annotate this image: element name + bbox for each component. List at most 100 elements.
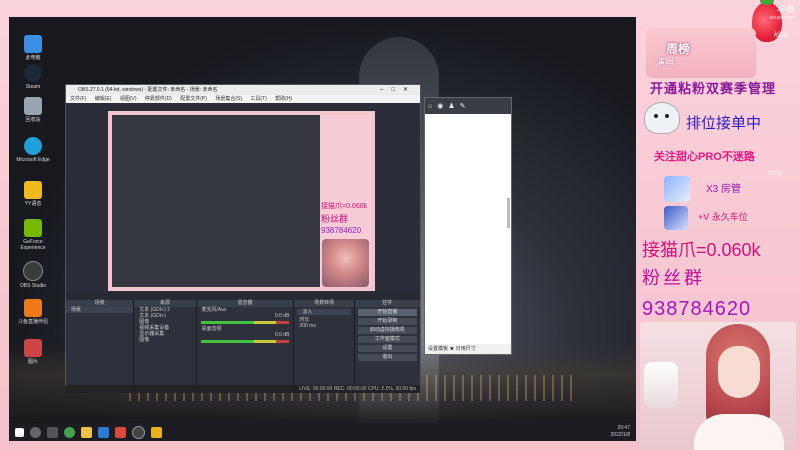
obs-preview[interactable]: 接猫爪=0.060k 粉丝群 938784620 — [108, 111, 375, 291]
menu-tools[interactable]: 工具(T) — [250, 96, 266, 102]
overlay-line-g: 粉丝群 — [642, 268, 705, 288]
person-icon[interactable]: ♟ — [448, 102, 454, 110]
obs-icon[interactable] — [132, 425, 145, 439]
transitions-dock-title: 场景转场 — [294, 300, 354, 307]
obs-status-bar: LIVE: 00:00:00 REC: 00:00:00 CPU: 2.2%, … — [66, 385, 420, 393]
remote-desktop-view: 此电脑 Steam 回收站 Microsoft Edge YY语音 GeForc… — [9, 17, 636, 441]
obs-toolbar — [66, 292, 420, 300]
game-icon[interactable]: ◉ — [437, 102, 443, 110]
recycle-bin-icon — [24, 97, 42, 115]
nvidia-icon — [24, 219, 42, 237]
overlay-line-h: 938784620 — [642, 298, 752, 320]
photos-icon — [24, 339, 42, 357]
duration-value[interactable]: 300 ms — [294, 323, 353, 329]
rocket-badge-icon — [664, 206, 688, 230]
overlay-line-c: 关注甜心PRO不迷路 — [654, 151, 755, 163]
rocket-icon — [664, 176, 690, 202]
overlay-line-a: 开通粘粉双赛季管理 — [650, 81, 777, 96]
desktop-icon-photos[interactable]: 图片 — [15, 339, 51, 365]
overlay-line-f: 接猫爪=0.060k — [642, 240, 761, 260]
menu-file[interactable]: 文件(F) — [70, 96, 86, 102]
menu-view[interactable]: 视图(V) — [120, 96, 137, 102]
folder-icon[interactable] — [81, 426, 92, 438]
obs-title-bar[interactable]: OBS 27.0.1 (64-bit, windows) - 配置文件: 未命名… — [66, 85, 420, 95]
task-view-icon[interactable] — [47, 426, 58, 438]
desktop-icon-edge[interactable]: Microsoft Edge — [15, 137, 51, 163]
obs-window: OBS 27.0.1 (64-bit, windows) - 配置文件: 未命名… — [65, 84, 421, 393]
menu-edit[interactable]: 编辑(E) — [95, 96, 112, 102]
menu-scene-collection[interactable]: 场景集合(S) — [215, 96, 242, 102]
obs-title: OBS 27.0.1 (64-bit, windows) - 配置文件: 未命名… — [78, 87, 218, 93]
preview-text-2: 粉丝群 — [321, 214, 349, 224]
home-icon[interactable]: ⌂ — [428, 103, 432, 110]
transition-select[interactable]: 淡入 — [297, 309, 351, 315]
desktop-icon-this-pc[interactable]: 此电脑 — [15, 35, 51, 61]
chrome-icon[interactable] — [64, 426, 75, 438]
menu-docks[interactable]: 停靠部件(D) — [145, 96, 172, 102]
preview-text-1: 接猫爪=0.060k — [321, 203, 368, 210]
yy-icon — [24, 181, 42, 199]
douyu-watermark-url: douyu.com — [769, 15, 794, 21]
menu-profile[interactable]: 配置文件(P) — [180, 96, 207, 102]
transitions-dock: 场景转场 淡入 时长 300 ms — [294, 300, 355, 385]
preview-text-3: 938784620 — [321, 226, 362, 235]
kiss-text: kiss — [774, 30, 788, 39]
taskbar-clock[interactable]: 20:47 2022/1/8 — [611, 425, 630, 439]
start-icon[interactable] — [15, 427, 24, 437]
mixer-meter[interactable] — [200, 321, 290, 324]
edge-icon — [24, 137, 42, 155]
desktop-icon-obs[interactable]: OBS Studio — [15, 261, 51, 289]
taskbar: 20:47 2022/1/8 — [9, 423, 636, 441]
cup-image — [644, 362, 678, 408]
mixer-meter[interactable] — [200, 340, 290, 343]
overlay-line-b: 排位接单中 — [686, 115, 762, 132]
side-browser-window: ⌂ ◉ ♟ ✎ 设置模板 ★ 日用尺寸 — [424, 97, 512, 355]
steam-icon — [24, 64, 42, 82]
browser-icon[interactable] — [151, 426, 162, 438]
search-icon[interactable] — [30, 426, 41, 438]
browser-scrollbar[interactable] — [507, 198, 510, 228]
store-icon[interactable] — [98, 426, 109, 438]
sources-dock: 来源 文本 (GDI+) 2 文本 (GDI+) 图像 视频采集设备 显示器采集… — [134, 300, 197, 385]
desktop-icon-yy[interactable]: YY语音 — [15, 181, 51, 207]
cat-mascot-icon — [644, 102, 680, 134]
mixer-dock-title: 混音器 — [196, 300, 294, 307]
overlay-line-d: X3 房管 — [706, 184, 742, 195]
mixer-channel-db: 0.0 dB — [274, 332, 290, 338]
source-item[interactable]: 图像 — [134, 337, 195, 343]
mascot-eye — [665, 114, 669, 118]
mixer-dock: 混音器 麦克风/Aux 0.0 dB 桌面音频 0.0 dB — [196, 300, 295, 385]
browser-toolbar: ⌂ ◉ ♟ ✎ — [425, 98, 511, 114]
webcam-body — [694, 414, 784, 450]
preview-nested-desktop — [112, 115, 320, 287]
controls-dock: 控件 开始直播 开始录制 启动虚拟摄像机 工作室模式 设置 退出 — [354, 300, 420, 385]
kiss-text-2: kiss — [768, 168, 782, 177]
game-icon[interactable] — [115, 426, 126, 438]
streamer-webcam — [640, 322, 796, 450]
webcam-face — [718, 346, 760, 398]
desktop-icon-steam[interactable]: Steam — [15, 64, 51, 90]
browser-footer: 设置模板 ★ 日用尺寸 — [425, 344, 511, 354]
exit-button[interactable]: 退出 — [357, 354, 417, 361]
settings-button[interactable]: 设置 — [357, 345, 417, 352]
menu-help[interactable]: 帮助(H) — [275, 96, 292, 102]
douyu-watermark: 斗鱼 — [775, 4, 794, 14]
start-recording-button[interactable]: 开始录制 — [357, 318, 417, 325]
douyu-icon — [24, 299, 42, 317]
studio-mode-button[interactable]: 工作室模式 — [357, 336, 417, 343]
preview-webcam — [322, 239, 369, 287]
desktop-icon-geforce[interactable]: GeForce Experience — [15, 219, 51, 251]
desktop-icon-recycle-bin[interactable]: 回收站 — [15, 97, 51, 123]
clock-date: 2022/1/8 — [610, 432, 630, 438]
start-streaming-button[interactable]: 开始直播 — [357, 309, 417, 316]
scene-item[interactable]: 场景 — [66, 307, 134, 313]
desktop-icon-douyu[interactable]: 斗鱼直播伴侣 — [15, 299, 51, 325]
mixer-channel-db: 0.0 dB — [274, 313, 290, 319]
obs-menu-bar: 文件(F) 编辑(E) 视图(V) 停靠部件(D) 配置文件(P) 场景集合(S… — [66, 95, 420, 103]
obs-icon — [23, 261, 43, 281]
sources-dock-title: 来源 — [134, 300, 196, 307]
virtual-camera-button[interactable]: 启动虚拟摄像机 — [357, 327, 417, 334]
brush-icon[interactable]: ✎ — [460, 102, 466, 110]
mascot-eye — [654, 114, 658, 118]
window-controls[interactable]: –□✕ — [380, 85, 416, 95]
